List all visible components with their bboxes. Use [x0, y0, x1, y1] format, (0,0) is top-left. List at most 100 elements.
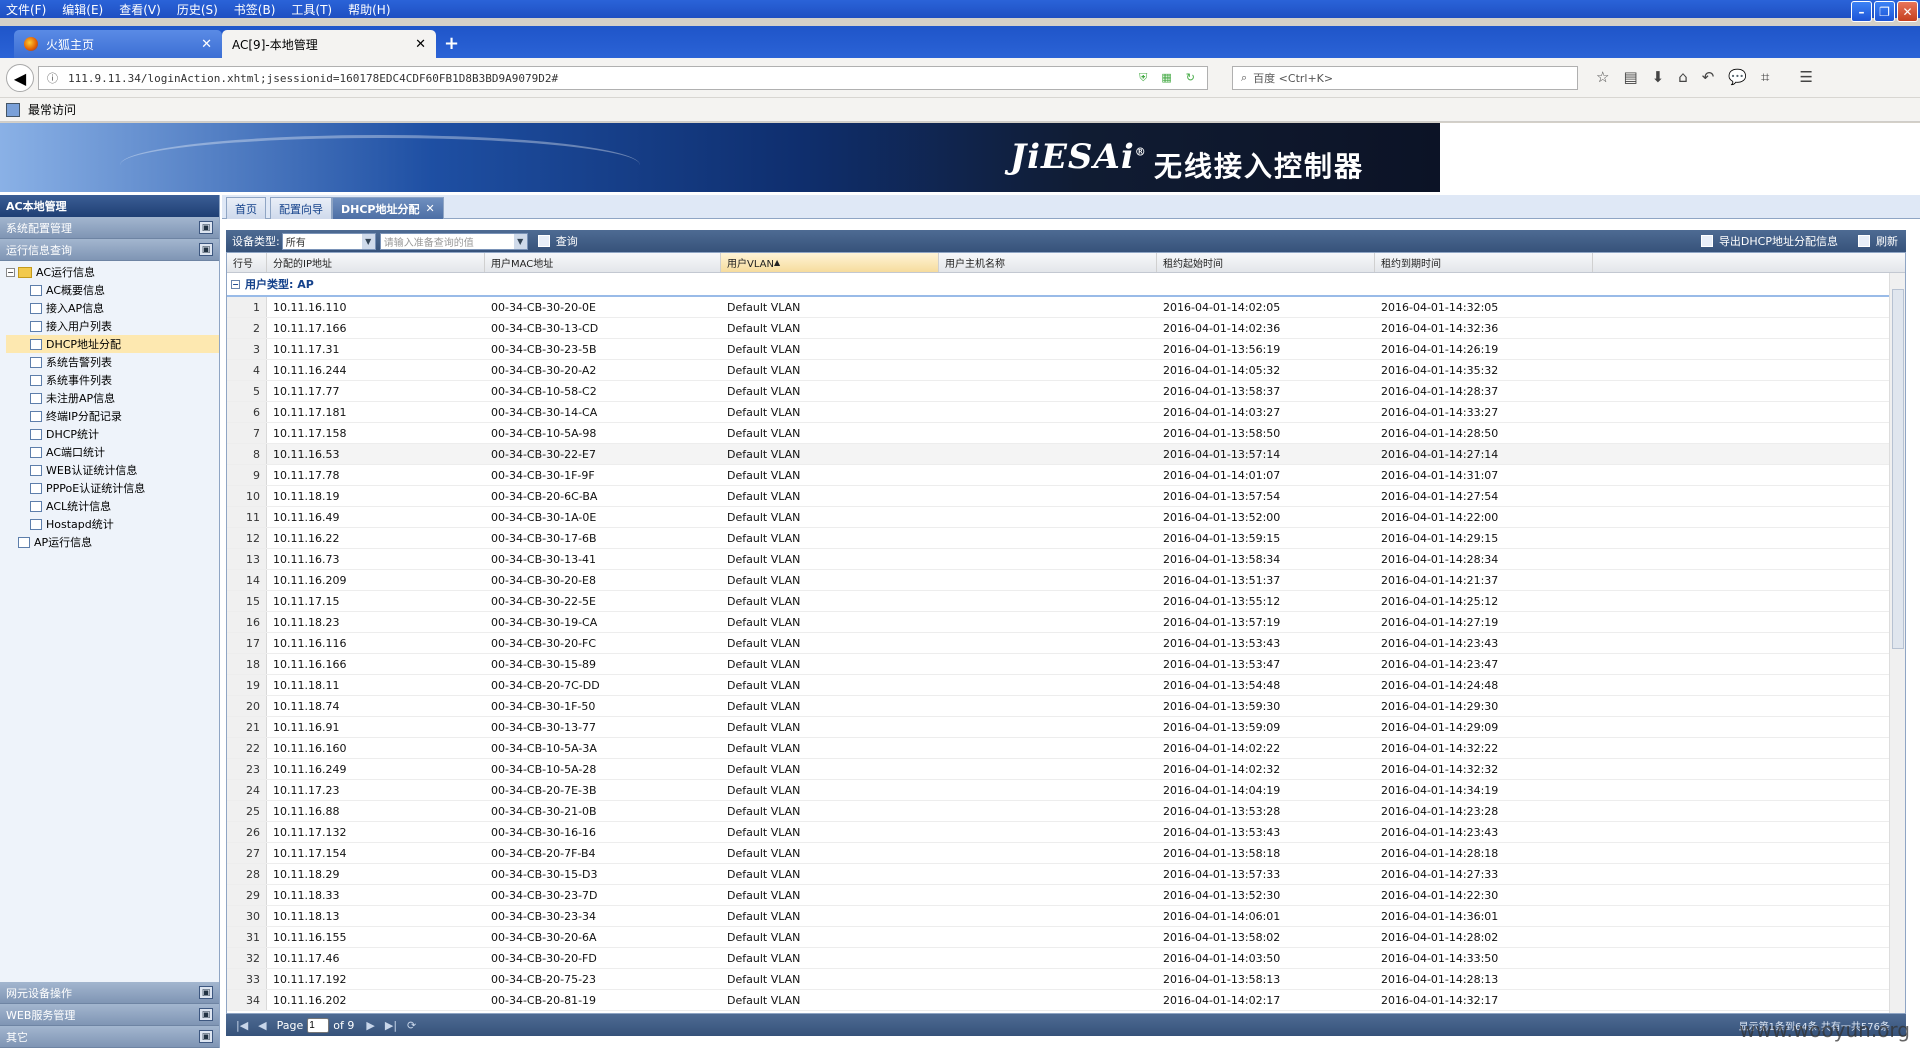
column-header[interactable]: 用户主机名称 [939, 253, 1157, 272]
table-row[interactable]: 29 10.11.18.33 00-34-CB-30-23-7D Default VL… [227, 885, 1905, 906]
tree-node-item[interactable]: 系统告警列表 [6, 353, 219, 371]
table-row[interactable]: 8 10.11.16.53 00-34-CB-30-22-E7 Default VLA… [227, 444, 1905, 465]
export-button[interactable]: 导出DHCP地址分配信息 [1700, 233, 1838, 249]
menu-file[interactable]: 文件(F) [6, 1, 46, 18]
sidebar-section-other[interactable]: 其它 ▣ [0, 1026, 219, 1048]
menu-help[interactable]: 帮助(H) [348, 1, 390, 18]
expand-icon[interactable]: ▣ [199, 986, 213, 999]
restore-icon[interactable]: ❐ [1874, 1, 1895, 22]
table-row[interactable]: 31 10.11.16.155 00-34-CB-30-20-6A Default V… [227, 927, 1905, 948]
group-collapse-icon[interactable]: − [231, 279, 240, 289]
table-row[interactable]: 1 10.11.16.110 00-34-CB-30-20-0E Default VL… [227, 297, 1905, 318]
undo-icon[interactable]: ↶ [1702, 68, 1715, 86]
table-row[interactable]: 2 10.11.17.166 00-34-CB-30-13-CD Default VL… [227, 318, 1905, 339]
column-header[interactable]: 分配的IP地址 [267, 253, 485, 272]
download-icon[interactable]: ⬇ [1652, 68, 1665, 86]
tree-node-item[interactable]: AC端口统计 [6, 443, 219, 461]
grid-group-header[interactable]: − 用户类型: AP [227, 273, 1905, 297]
table-row[interactable]: 14 10.11.16.209 00-34-CB-30-20-E8 Default V… [227, 570, 1905, 591]
page-number-input[interactable] [307, 1017, 330, 1033]
tree-node-item[interactable]: 接入用户列表 [6, 317, 219, 335]
table-row[interactable]: 33 10.11.17.192 00-34-CB-20-75-23 Default V… [227, 969, 1905, 990]
sidebar-section-device-ops[interactable]: 网元设备操作 ▣ [0, 982, 219, 1004]
tree-node-ap-runtime[interactable]: AP运行信息 [6, 533, 219, 551]
table-row[interactable]: 3 10.11.17.31 00-34-CB-30-23-5B Default VLA… [227, 339, 1905, 360]
table-row[interactable]: 20 10.11.18.74 00-34-CB-30-1F-50 Default VL… [227, 696, 1905, 717]
table-row[interactable]: 32 10.11.17.46 00-34-CB-30-20-FD Default VL… [227, 948, 1905, 969]
scrollbar-thumb[interactable] [1892, 289, 1904, 649]
query-input[interactable]: 请输入准备查询的值 ▼ [379, 232, 528, 250]
browser-tab-home[interactable]: 火狐主页 ✕ [14, 30, 222, 58]
address-bar[interactable]: ⓘ 111.9.11.34/loginAction.xhtml;jsession… [38, 66, 1208, 90]
home-icon[interactable]: ⌂ [1678, 68, 1688, 86]
table-row[interactable]: 23 10.11.16.249 00-34-CB-10-5A-28 Default V… [227, 759, 1905, 780]
close-window-icon[interactable]: ✕ [1897, 1, 1918, 22]
sidebar-section-system-config[interactable]: 系统配置管理 ▣ [0, 217, 219, 239]
column-header[interactable]: 租约到期时间 [1375, 253, 1593, 272]
reload-page-icon[interactable]: ⟳ [407, 1019, 416, 1032]
column-header[interactable]: 用户MAC地址 [485, 253, 721, 272]
next-page-icon[interactable]: ▶ [366, 1019, 374, 1032]
tree-node-item[interactable]: WEB认证统计信息 [6, 461, 219, 479]
table-row[interactable]: 4 10.11.16.244 00-34-CB-30-20-A2 Default VL… [227, 360, 1905, 381]
first-page-icon[interactable]: |◀ [236, 1019, 248, 1032]
menu-history[interactable]: 历史(S) [177, 1, 218, 18]
tree-node-item[interactable]: 终端IP分配记录 [6, 407, 219, 425]
reload-icon[interactable]: ↻ [1186, 71, 1195, 85]
column-header[interactable]: 租约起始时间 [1157, 253, 1375, 272]
tree-collapse-icon[interactable]: − [6, 267, 15, 277]
table-row[interactable]: 18 10.11.16.166 00-34-CB-30-15-89 Default V… [227, 654, 1905, 675]
device-type-select[interactable]: 所有 ▼ [281, 232, 376, 250]
minimize-icon[interactable]: – [1851, 1, 1872, 22]
table-row[interactable]: 24 10.11.17.23 00-34-CB-20-7E-3B Default VL… [227, 780, 1905, 801]
tree-node-item[interactable]: 接入AP信息 [6, 299, 219, 317]
close-tab-icon[interactable]: ✕ [201, 37, 212, 52]
tree-node-ac-runtime[interactable]: − AC运行信息 [6, 263, 219, 281]
prev-page-icon[interactable]: ◀ [258, 1019, 266, 1032]
back-icon[interactable]: ◀ [6, 64, 34, 92]
chevron-down-icon[interactable]: ▼ [361, 233, 375, 249]
tree-node-item[interactable]: 未注册AP信息 [6, 389, 219, 407]
qr-icon[interactable]: ▦ [1161, 71, 1171, 85]
last-page-icon[interactable]: ▶| [385, 1019, 397, 1032]
chevron-down-icon[interactable]: ▼ [513, 233, 527, 249]
info-icon[interactable]: ⓘ [47, 70, 58, 86]
tree-node-item[interactable]: PPPoE认证统计信息 [6, 479, 219, 497]
table-row[interactable]: 11 10.11.16.49 00-34-CB-30-1A-0E Default VL… [227, 507, 1905, 528]
table-row[interactable]: 34 10.11.16.202 00-34-CB-20-81-19 Default V… [227, 990, 1905, 1011]
new-tab-icon[interactable]: + [444, 33, 459, 54]
sidebar-section-runtime-query[interactable]: 运行信息查询 ▣ [0, 239, 219, 261]
table-row[interactable]: 10 10.11.18.19 00-34-CB-20-6C-BA Default VL… [227, 486, 1905, 507]
bookmark-most-visited[interactable]: 最常访问 [28, 101, 76, 118]
table-row[interactable]: 28 10.11.18.29 00-34-CB-30-15-D3 Default VL… [227, 864, 1905, 885]
browser-tab-ac[interactable]: AC[9]-本地管理 ✕ [222, 30, 436, 58]
table-row[interactable]: 30 10.11.18.13 00-34-CB-30-23-34 Default VL… [227, 906, 1905, 927]
expand-icon[interactable]: ▣ [199, 1008, 213, 1021]
tree-node-item[interactable]: DHCP统计 [6, 425, 219, 443]
menu-tools[interactable]: 工具(T) [291, 1, 332, 18]
table-row[interactable]: 22 10.11.16.160 00-34-CB-10-5A-3A Default V… [227, 738, 1905, 759]
table-row[interactable]: 17 10.11.16.116 00-34-CB-30-20-FC Default V… [227, 633, 1905, 654]
chat-icon[interactable]: 💬 [1728, 68, 1747, 86]
table-row[interactable]: 7 10.11.17.158 00-34-CB-10-5A-98 Default VL… [227, 423, 1905, 444]
tree-node-item[interactable]: ACL统计信息 [6, 497, 219, 515]
column-header[interactable]: 行号 [227, 253, 267, 272]
bookmark-star-icon[interactable]: ☆ [1596, 68, 1609, 86]
shield-icon[interactable]: ⛨ [1139, 71, 1147, 85]
collapse-icon[interactable]: ▣ [199, 243, 213, 256]
close-tab-icon[interactable]: ✕ [425, 202, 434, 215]
tree-node-item[interactable]: DHCP地址分配 [6, 335, 219, 353]
table-row[interactable]: 26 10.11.17.132 00-34-CB-30-16-16 Default V… [227, 822, 1905, 843]
table-row[interactable]: 27 10.11.17.154 00-34-CB-20-7F-B4 Default V… [227, 843, 1905, 864]
table-row[interactable]: 5 10.11.17.77 00-34-CB-10-58-C2 Default VLA… [227, 381, 1905, 402]
table-row[interactable]: 6 10.11.17.181 00-34-CB-30-14-CA Default VL… [227, 402, 1905, 423]
reading-list-icon[interactable]: ▤ [1623, 68, 1637, 86]
table-row[interactable]: 25 10.11.16.88 00-34-CB-30-21-0B Default VL… [227, 801, 1905, 822]
table-row[interactable]: 21 10.11.16.91 00-34-CB-30-13-77 Default VL… [227, 717, 1905, 738]
menu-bookmarks[interactable]: 书签(B) [234, 1, 276, 18]
column-header[interactable]: 用户VLAN ▲ [721, 253, 939, 272]
vertical-scrollbar[interactable] [1889, 273, 1905, 1013]
hamburger-menu-icon[interactable]: ☰ [1799, 68, 1812, 86]
expand-icon[interactable]: ▣ [199, 1030, 213, 1043]
query-button[interactable]: 查询 [537, 233, 578, 249]
